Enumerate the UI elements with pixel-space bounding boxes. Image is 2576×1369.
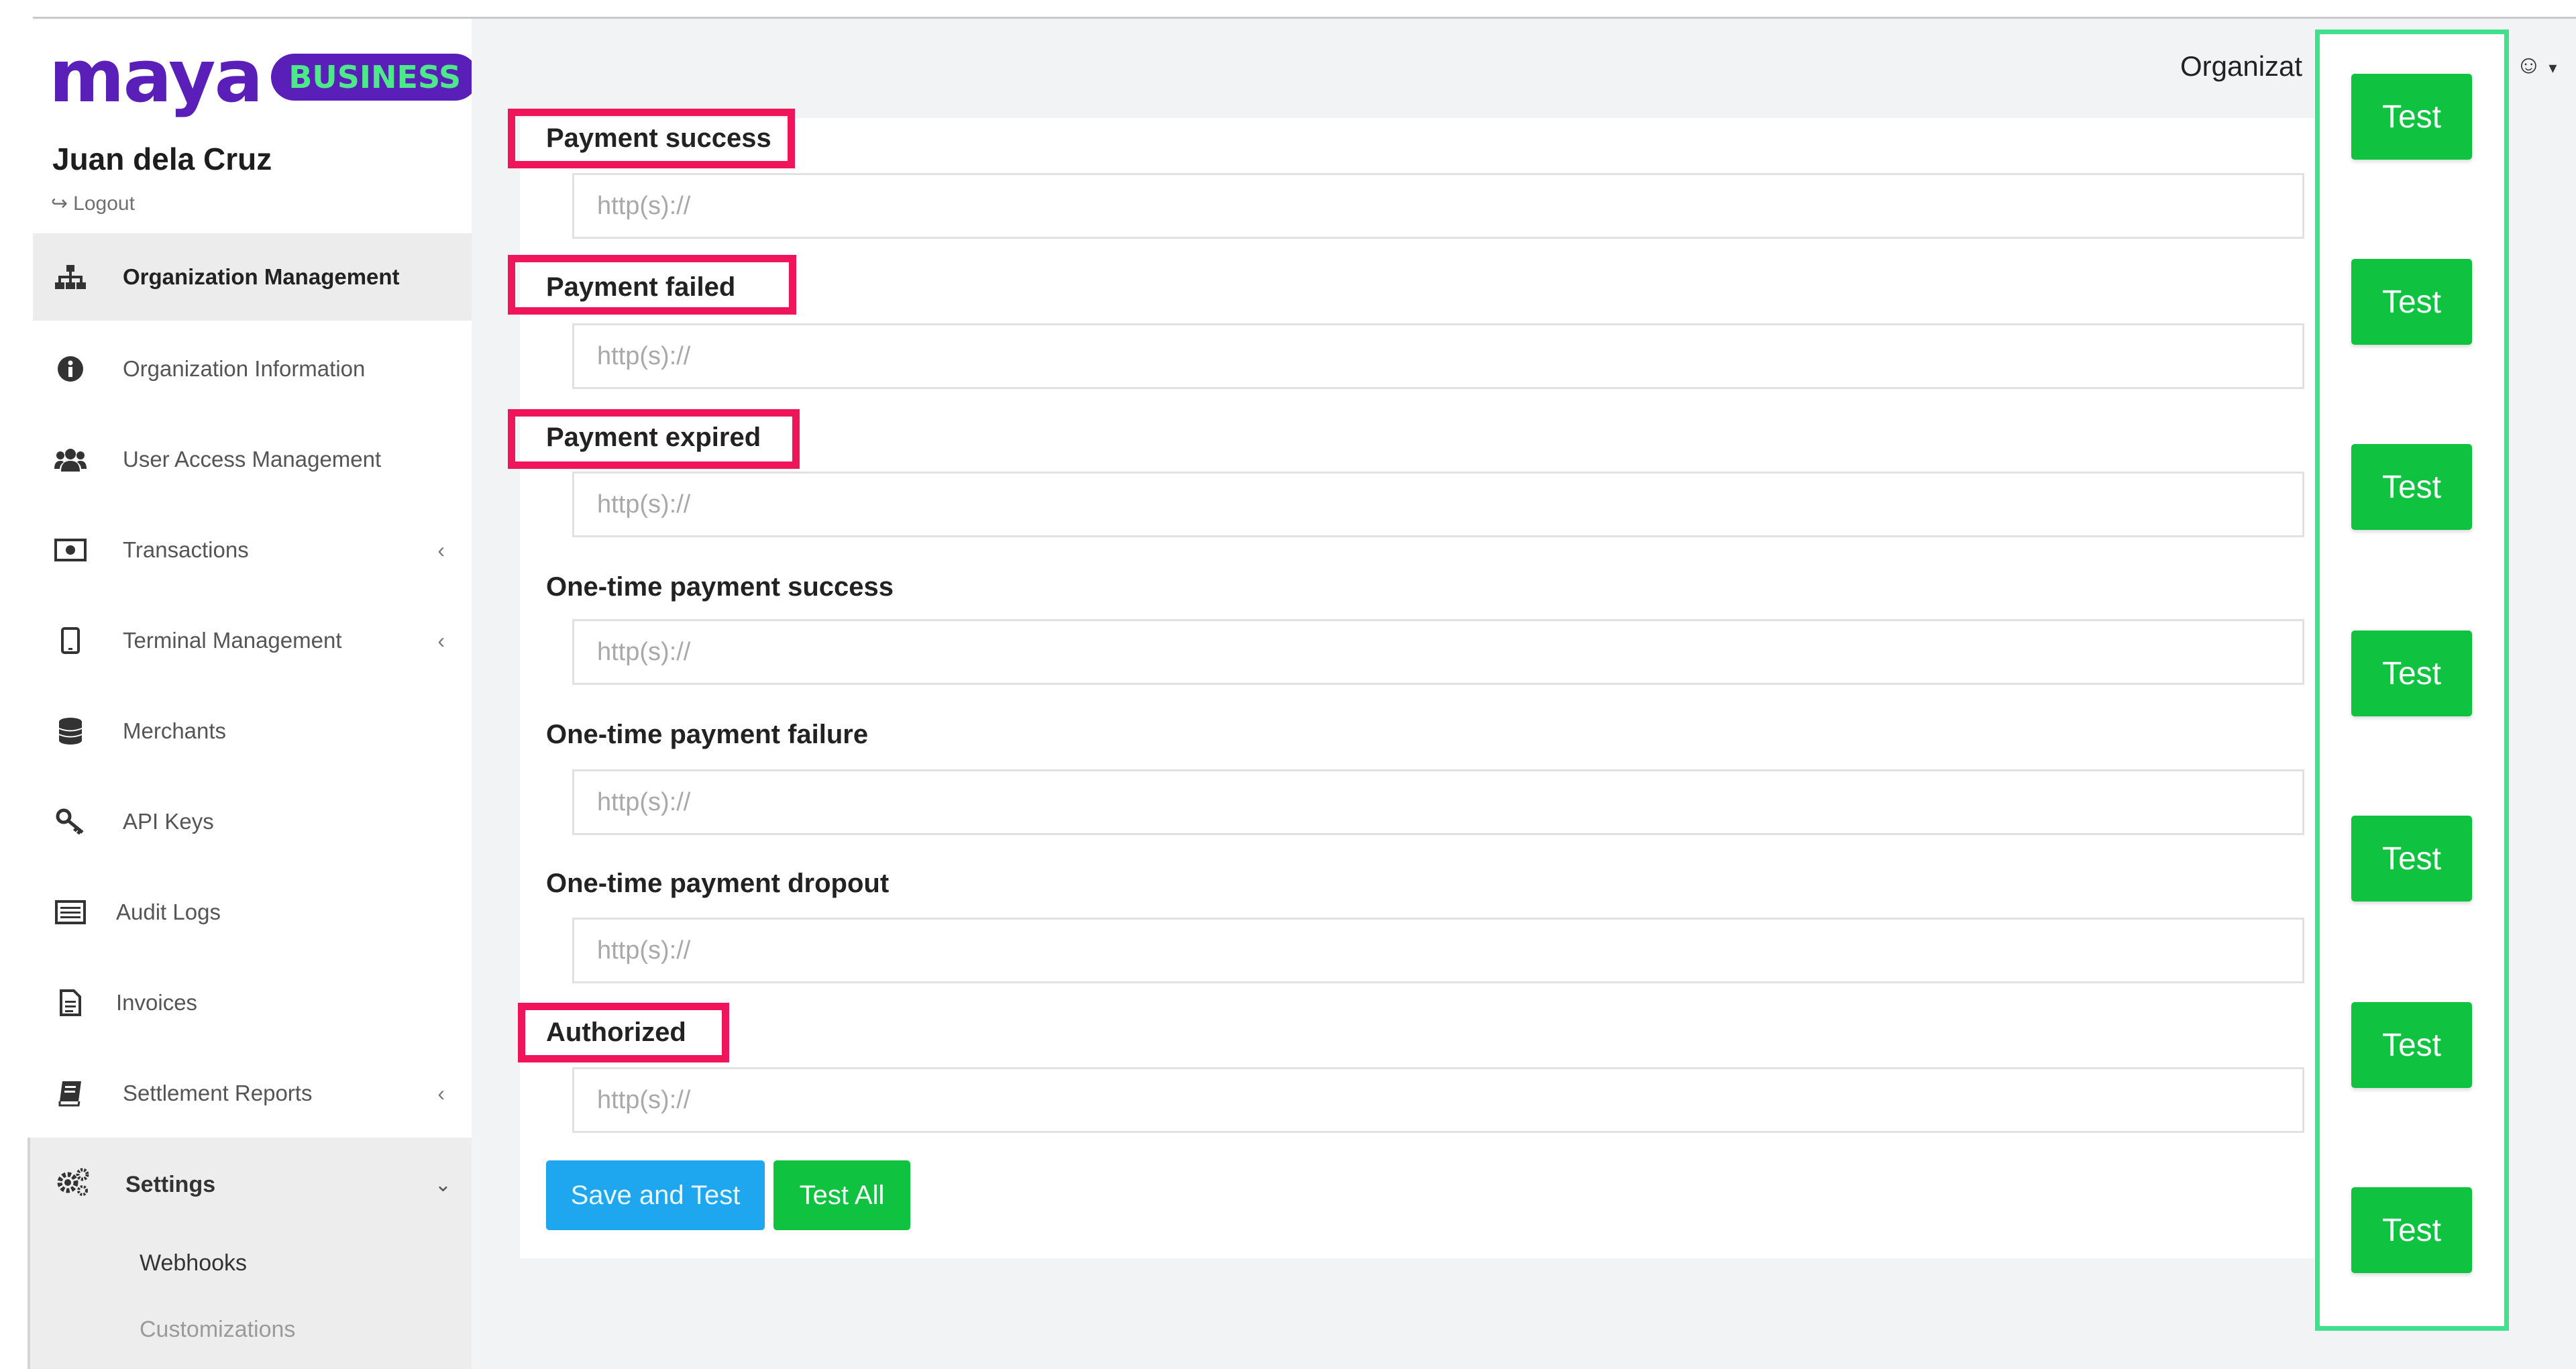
sidebar-item-label: Organization Management xyxy=(123,264,400,289)
payment-expired-url-input[interactable] xyxy=(572,472,2304,537)
test-all-button[interactable]: Test All xyxy=(773,1160,910,1230)
logo-badge: BUSINESS xyxy=(271,54,479,101)
info-circle-icon xyxy=(53,351,88,386)
label-authorized: Authorized xyxy=(546,1018,686,1047)
file-text-icon xyxy=(53,985,88,1020)
sidebar-item-settings[interactable]: Settings ⌄ xyxy=(28,1144,478,1225)
sidebar-item-label: API Keys xyxy=(123,809,214,834)
sidebar-item-user-access-management[interactable]: User Access Management xyxy=(33,416,472,503)
label-payment-expired: Payment expired xyxy=(546,423,761,452)
maya-business-logo[interactable]: maya BUSINESS xyxy=(49,35,479,119)
test-one-time-payment-dropout-button[interactable]: Test xyxy=(2351,1002,2472,1088)
book-icon xyxy=(53,1076,88,1111)
authorized-url-input[interactable] xyxy=(572,1067,2304,1133)
list-alt-icon xyxy=(53,895,88,930)
sidebar-item-label: Settlement Reports xyxy=(123,1081,313,1105)
gears-icon xyxy=(56,1166,91,1203)
label-payment-failed: Payment failed xyxy=(546,272,736,302)
sidebar-item-label: Invoices xyxy=(116,990,198,1015)
organization-menu[interactable]: Organizat xyxy=(2180,50,2302,83)
sidebar-item-label: Organization Information xyxy=(123,356,366,381)
payment-failed-url-input[interactable] xyxy=(572,323,2304,389)
chevron-down-icon: ⌄ xyxy=(434,1173,451,1196)
test-one-time-payment-success-button[interactable]: Test xyxy=(2351,631,2472,716)
user-name: Juan dela Cruz xyxy=(52,142,272,176)
chevron-left-icon: ‹ xyxy=(437,537,445,562)
sidebar-item-label: Settings xyxy=(125,1171,216,1197)
test-payment-expired-button[interactable]: Test xyxy=(2351,444,2472,530)
save-and-test-button[interactable]: Save and Test xyxy=(546,1160,765,1230)
sign-out-icon: ↪ xyxy=(51,193,68,215)
sidebar-item-label: Terminal Management xyxy=(123,628,342,653)
test-authorized-button[interactable]: Test xyxy=(2351,1187,2472,1273)
one-time-payment-success-url-input[interactable] xyxy=(572,619,2304,685)
test-payment-success-button[interactable]: Test xyxy=(2351,74,2472,160)
sidebar-item-api-keys[interactable]: API Keys xyxy=(33,778,472,865)
sidebar-item-label: Transactions xyxy=(123,537,249,562)
tablet-icon xyxy=(53,623,88,658)
sidebar-item-settlement-reports[interactable]: Settlement Reports ‹ xyxy=(33,1050,472,1137)
label-payment-success: Payment success xyxy=(546,123,771,153)
logout-link[interactable]: ↪ Logout xyxy=(51,192,135,215)
one-time-payment-failure-url-input[interactable] xyxy=(572,769,2304,835)
key-icon xyxy=(53,804,88,839)
sidebar-item-label: Merchants xyxy=(123,718,227,743)
sidebar-item-label: Audit Logs xyxy=(116,899,221,924)
sitemap-icon xyxy=(53,260,88,294)
logo-wordmark: maya xyxy=(49,35,263,119)
user-circle-icon: ☺ xyxy=(2516,51,2542,79)
sidebar-item-audit-logs[interactable]: Audit Logs xyxy=(33,869,472,956)
database-icon xyxy=(53,714,88,749)
sidebar-item-organization-information[interactable]: Organization Information xyxy=(33,325,472,413)
money-icon xyxy=(53,533,88,567)
sidebar-subitem-customizations[interactable]: Customizations xyxy=(140,1317,295,1343)
label-one-time-payment-success: One-time payment success xyxy=(546,572,894,602)
label-one-time-payment-failure: One-time payment failure xyxy=(546,720,869,749)
logout-label: Logout xyxy=(73,192,135,215)
sidebar-item-label: User Access Management xyxy=(123,447,382,472)
sidebar-item-transactions[interactable]: Transactions ‹ xyxy=(33,506,472,594)
sidebar-item-terminal-management[interactable]: Terminal Management ‹ xyxy=(33,597,472,684)
users-icon xyxy=(53,442,88,477)
sidebar-subitem-webhooks[interactable]: Webhooks xyxy=(140,1250,247,1276)
sidebar-item-organization-management[interactable]: Organization Management xyxy=(33,233,472,321)
chevron-left-icon: ‹ xyxy=(437,628,445,653)
sidebar-item-invoices[interactable]: Invoices xyxy=(33,959,472,1046)
payment-success-url-input[interactable] xyxy=(572,173,2304,239)
one-time-payment-dropout-url-input[interactable] xyxy=(572,918,2304,983)
label-one-time-payment-dropout: One-time payment dropout xyxy=(546,869,890,898)
user-menu[interactable]: ☺ ▾ xyxy=(2516,51,2557,80)
test-payment-failed-button[interactable]: Test xyxy=(2351,259,2472,345)
caret-down-icon: ▾ xyxy=(2548,59,2557,77)
sidebar-item-merchants[interactable]: Merchants xyxy=(33,688,472,775)
test-one-time-payment-failure-button[interactable]: Test xyxy=(2351,816,2472,901)
chevron-left-icon: ‹ xyxy=(437,1081,445,1105)
